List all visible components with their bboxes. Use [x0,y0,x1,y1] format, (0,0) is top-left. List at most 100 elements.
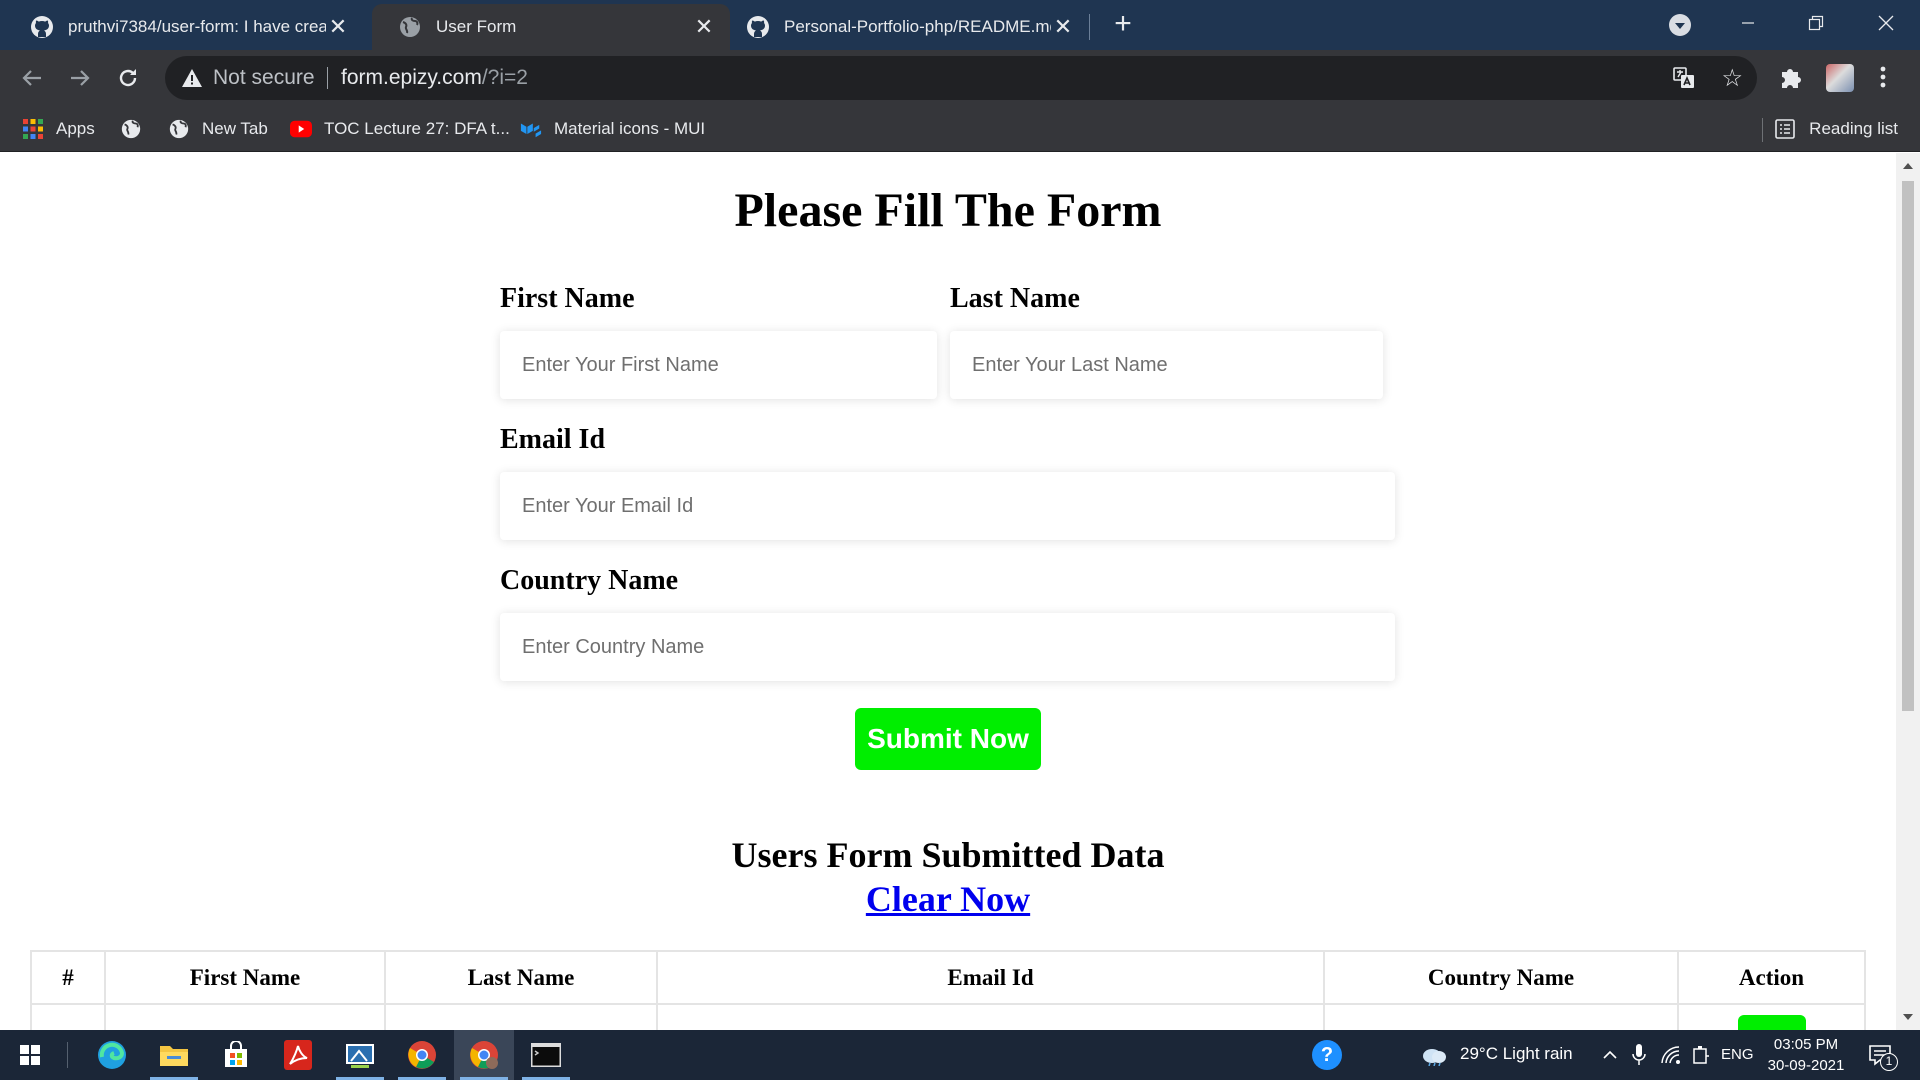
file-explorer-app[interactable] [144,1030,204,1080]
chrome-icon [408,1041,436,1069]
scroll-up-icon[interactable] [1903,163,1913,169]
address-divider [327,67,328,89]
table-cell [384,1003,658,1030]
system-clock[interactable]: 03:05 PM 30-09-2021 [1760,1034,1852,1076]
last-name-input[interactable] [950,331,1383,399]
store-app[interactable] [206,1030,266,1080]
terminal-app[interactable] [516,1030,576,1080]
github-icon [747,16,769,38]
menu-kebab-icon[interactable] [1878,64,1888,90]
windows-taskbar: ? 29°C Light rain ENG 03:05 PM 30-09-202… [0,1030,1920,1080]
help-icon[interactable]: ? [1312,1040,1342,1070]
bookmark-material-icons[interactable]: Material icons - MUI [520,116,705,142]
weather-cloud-icon[interactable] [1420,1044,1448,1066]
email-input[interactable] [500,472,1395,540]
reading-list-button[interactable]: Reading list [1775,116,1898,142]
table-header-row: # First Name Last Name Email Id Country … [30,950,1866,1005]
email-label: Email Id [500,424,606,455]
forward-icon[interactable] [64,62,96,94]
mui-icon [520,118,542,140]
row-action-button[interactable] [1737,1015,1806,1030]
tab-title: Personal-Portfolio-php/README.md [784,17,1051,36]
weather-text[interactable]: 29°C Light rain [1460,1044,1573,1064]
translate-icon[interactable] [1673,67,1695,89]
url-text[interactable]: form.epizy.com/?i=2 [341,66,528,90]
terminal-icon [531,1043,561,1067]
tab-title: User Form [436,17,517,36]
pdf-icon [284,1040,312,1070]
start-button[interactable] [0,1030,60,1080]
reload-icon[interactable] [112,62,144,94]
bookmark-new-tab[interactable]: New Tab [168,116,268,142]
clock-date: 30-09-2021 [1767,1057,1845,1074]
submit-button[interactable]: Submit Now [855,708,1041,770]
table-cell [656,1003,1325,1030]
column-header-email: Email Id [656,950,1325,1005]
notification-center-button[interactable]: 1 [1866,1040,1900,1071]
column-header-action: Action [1677,950,1866,1005]
new-tab-button[interactable]: + [1108,9,1138,40]
close-window-icon[interactable] [1866,8,1906,38]
chrome-profile-app[interactable] [454,1030,514,1080]
address-bar[interactable]: Not secure form.epizy.com/?i=2 ☆ [165,56,1757,100]
tab-github-user-form[interactable]: pruthvi7384/user-form: I have created ✕ [4,4,364,50]
snipping-tool-app[interactable] [330,1030,390,1080]
url-path: /?i=2 [481,66,528,89]
column-header-first-name: First Name [104,950,386,1005]
wifi-icon[interactable] [1660,1045,1682,1065]
show-hidden-icons-chevron[interactable] [1602,1048,1618,1060]
globe-icon [400,17,420,37]
minimize-icon[interactable] [1728,8,1768,38]
bookmark-star-icon[interactable]: ☆ [1721,64,1743,93]
snipping-icon [346,1044,374,1068]
clock-time: 03:05 PM [1773,1036,1839,1053]
tab-portfolio-readme[interactable]: Personal-Portfolio-php/README.md ✕ [734,4,1089,50]
close-tab-icon[interactable]: ✕ [326,14,350,39]
language-indicator[interactable]: ENG [1721,1046,1754,1063]
reading-list-icon [1775,119,1795,139]
extensions-puzzle-icon[interactable] [1778,64,1804,90]
last-name-label: Last Name [950,283,1080,314]
tab-title: pruthvi7384/user-form: I have created [68,17,326,36]
first-name-input[interactable] [500,331,937,399]
close-tab-icon[interactable]: ✕ [692,14,716,39]
bookmark-apps[interactable]: Apps [22,116,95,142]
submitted-data-title: Users Form Submitted Data [731,835,1165,875]
clear-now-wrapper: Clear Now [0,878,1896,920]
globe-icon [120,118,142,140]
restore-icon[interactable] [1796,8,1836,38]
tab-search-icon[interactable] [1669,14,1691,36]
chrome-app[interactable] [392,1030,452,1080]
country-input[interactable] [500,613,1395,681]
browser-toolbar: Not secure form.epizy.com/?i=2 ☆ [0,50,1920,106]
edge-icon [98,1041,126,1069]
bookmarks-bar: Apps New Tab TOC Lecture 27: DFA t... Ma… [0,106,1920,152]
submitted-data-table: # First Name Last Name Email Id Country … [30,950,1866,1030]
tab-user-form[interactable]: User Form ✕ [372,4,730,50]
bookmarks-divider [1762,118,1763,142]
windows-logo-icon [20,1045,40,1065]
github-icon [31,16,53,38]
store-bag-icon [225,1041,247,1067]
page-scrollbar[interactable] [1896,153,1920,1030]
bookmark-toc-lecture[interactable]: TOC Lecture 27: DFA t... [290,116,510,142]
table-row [30,1003,1866,1030]
battery-icon[interactable] [1692,1045,1710,1065]
reading-list-label: Reading list [1809,119,1898,138]
back-icon[interactable] [16,62,48,94]
security-label[interactable]: Not secure [213,66,315,90]
bookmark-globe[interactable] [120,116,142,142]
url-host: form.epizy.com [341,66,482,89]
clear-now-link[interactable]: Clear Now [866,879,1030,919]
scroll-down-icon[interactable] [1903,1014,1913,1020]
tab-divider [1089,14,1090,40]
microphone-icon[interactable] [1632,1043,1646,1067]
close-tab-icon[interactable]: ✕ [1051,14,1075,39]
column-header-index: # [30,950,106,1005]
scrollbar-thumb[interactable] [1902,181,1914,711]
page-viewport: Please Fill The Form First Name Last Nam… [0,153,1896,1030]
profile-avatar[interactable] [1826,64,1854,92]
acrobat-app[interactable] [268,1030,328,1080]
table-cell [104,1003,386,1030]
edge-app[interactable] [82,1030,142,1080]
